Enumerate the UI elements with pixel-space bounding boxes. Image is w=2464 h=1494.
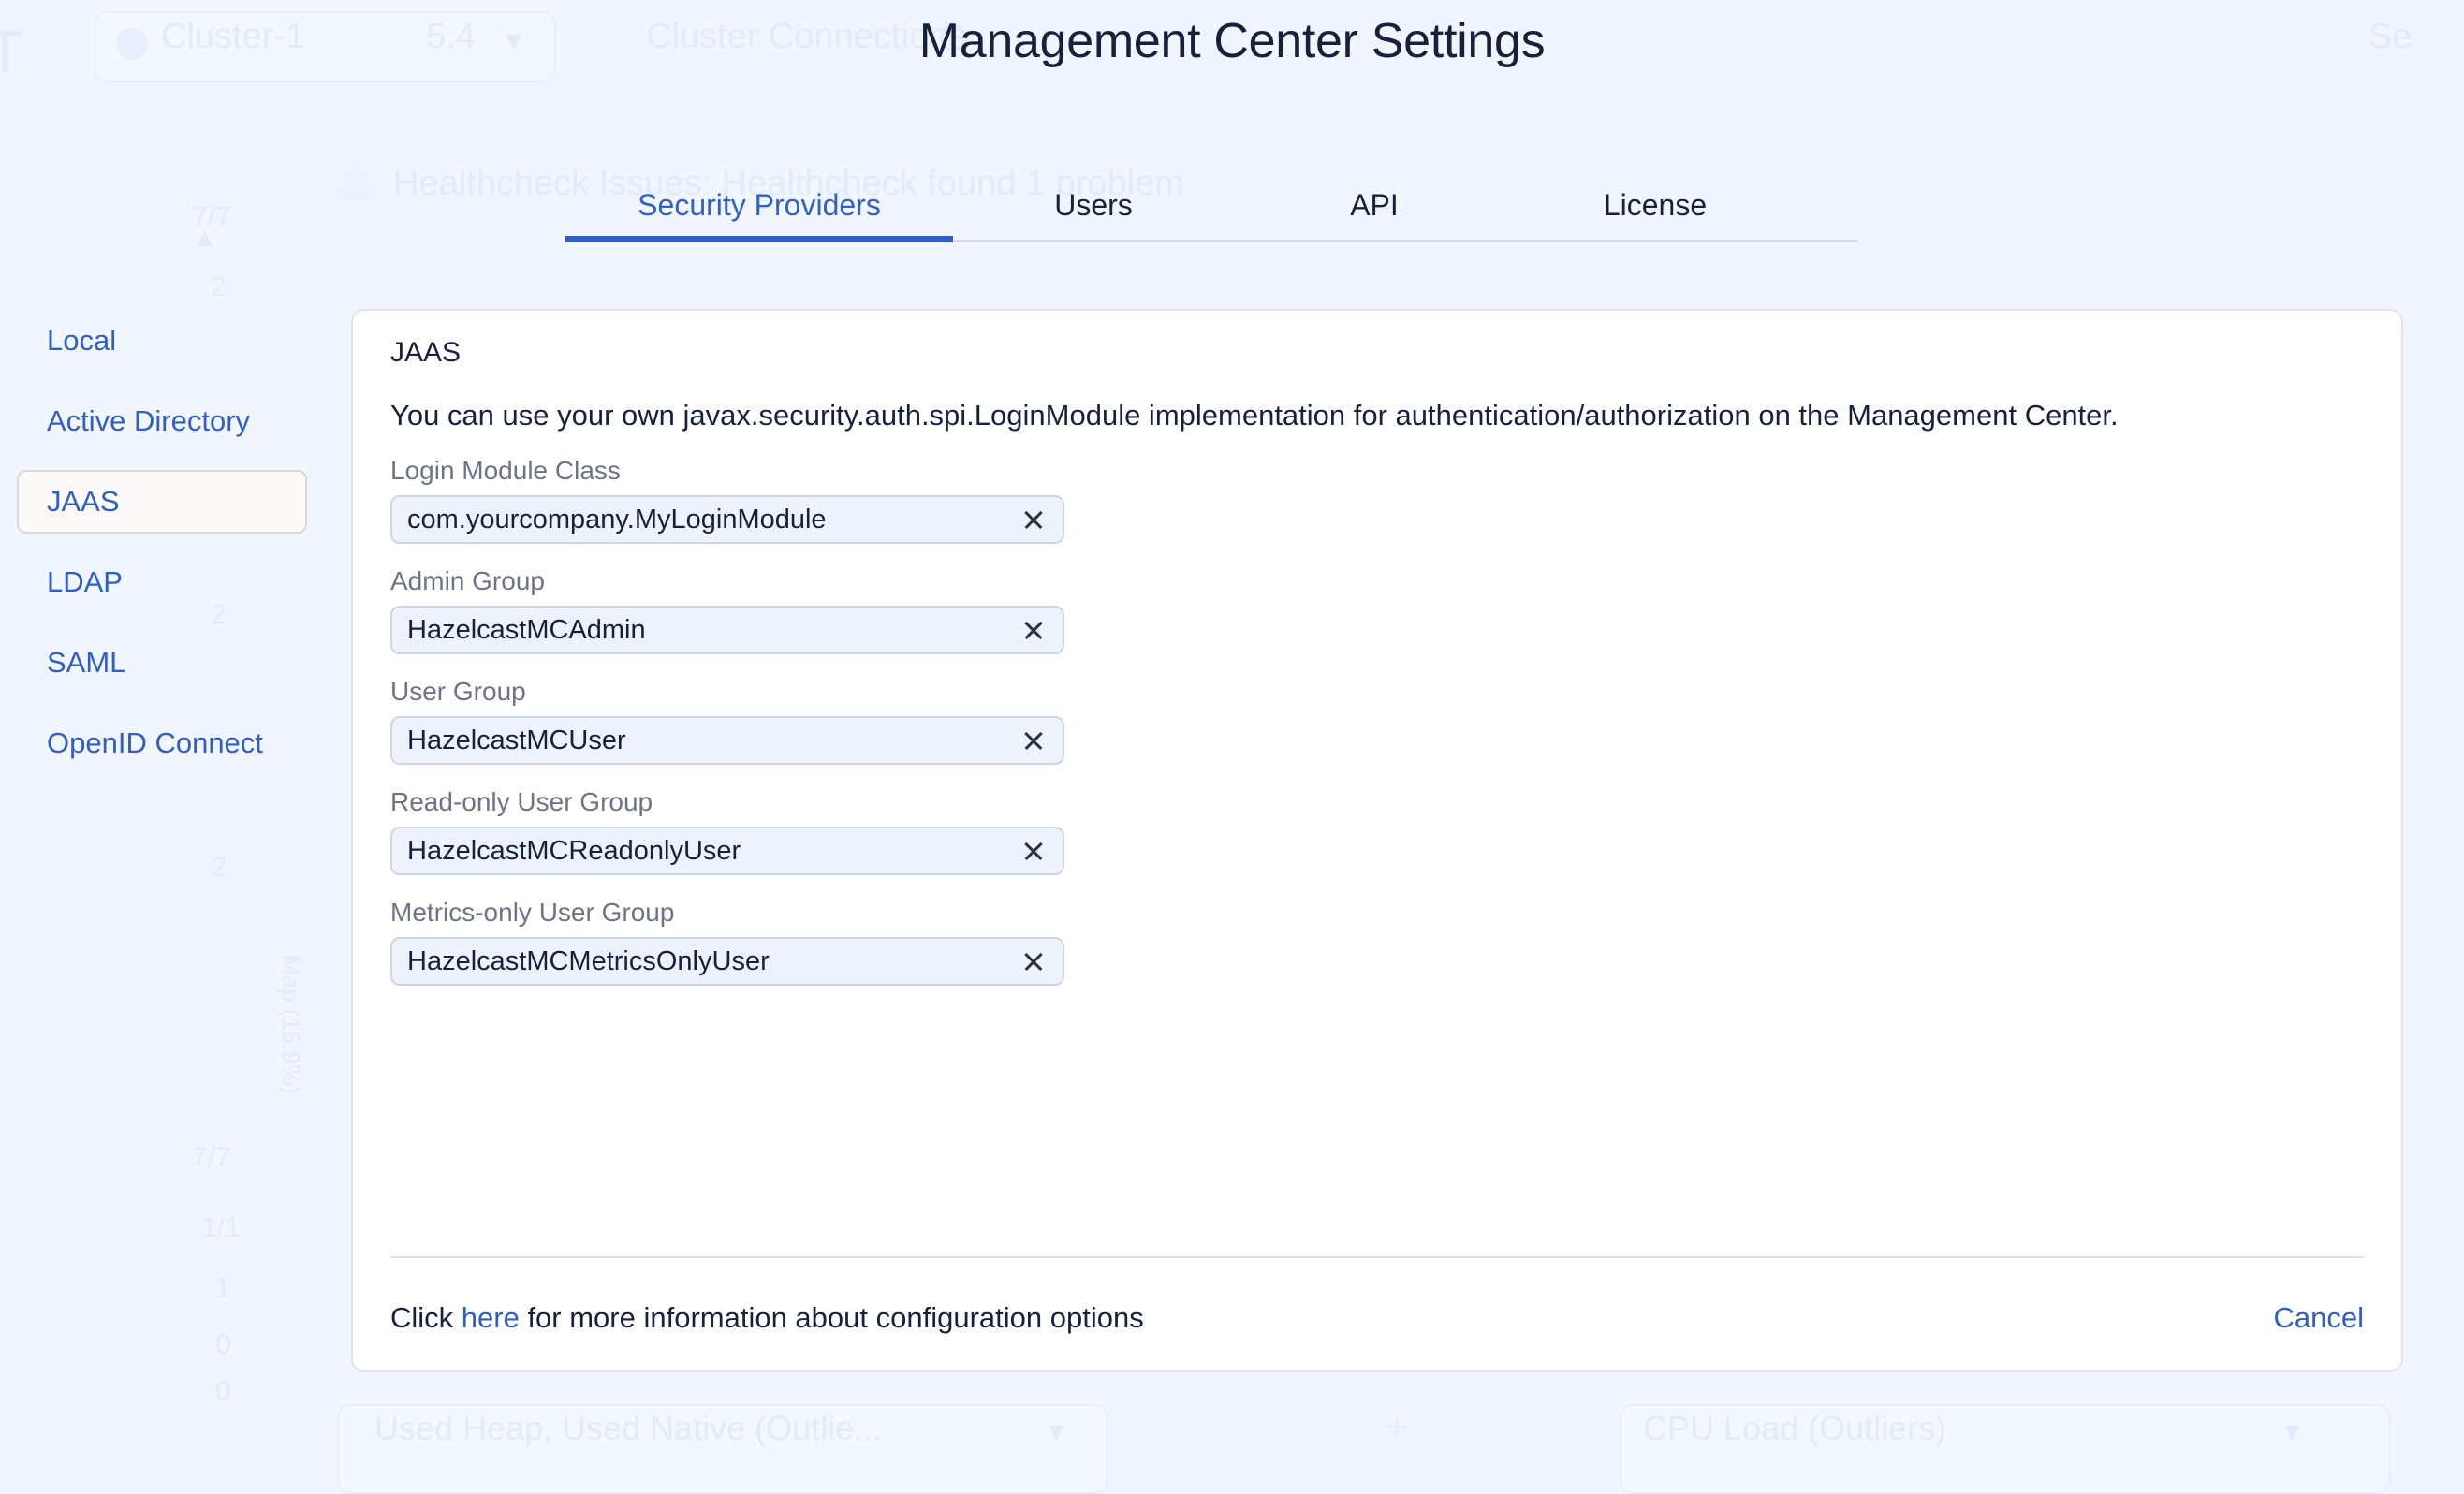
footer-note: Click here for more information about co… — [390, 1301, 1144, 1335]
documentation-link[interactable]: here — [462, 1301, 520, 1334]
close-icon[interactable] — [1019, 837, 1048, 865]
tab-api[interactable]: API — [1234, 188, 1515, 240]
field-label: Read-only User Group — [390, 787, 653, 816]
footer-note-before: Click — [390, 1301, 462, 1334]
footer-note-after: for more information about configuration… — [519, 1301, 1144, 1334]
background-stat-1: 2 — [211, 271, 227, 302]
background-metric-cpu: CPU Load (Outliers) — [1643, 1409, 1947, 1447]
background-heap-panel — [337, 1404, 1108, 1494]
security-providers-sidebar: Local Active Directory JAAS LDAP SAML Op… — [17, 309, 307, 792]
sidebar-item-saml[interactable]: SAML — [17, 631, 307, 695]
jaas-settings-card: JAAS You can use your own javax.security… — [351, 309, 2403, 1372]
field-label: Metrics-only User Group — [390, 898, 675, 927]
admin-group-input[interactable]: HazelcastMCAdmin — [390, 606, 1064, 654]
user-group-input[interactable]: HazelcastMCUser — [390, 716, 1064, 765]
field-value: HazelcastMCUser — [407, 725, 626, 755]
close-icon[interactable] — [1019, 616, 1048, 644]
field-value: HazelcastMCMetricsOnlyUser — [407, 945, 770, 976]
field-admin-group: Admin Group HazelcastMCAdmin — [390, 566, 1064, 654]
background-add-panel-icon: + — [1386, 1407, 1408, 1448]
tab-users[interactable]: Users — [953, 188, 1234, 240]
close-icon[interactable] — [1019, 947, 1048, 975]
readonly-user-group-input[interactable]: HazelcastMCReadonlyUser — [390, 827, 1064, 875]
card-title: JAAS — [390, 337, 462, 368]
background-stat-6: 1 — [215, 1273, 231, 1304]
background-stat-0: 7/7 — [192, 201, 231, 232]
background-collapse-icon: ▾ — [197, 223, 213, 258]
background-stat-5: 1/1 — [201, 1212, 241, 1243]
field-value: HazelcastMCReadonlyUser — [407, 835, 741, 866]
page-title: Management Center Settings — [918, 14, 1546, 68]
background-stat-4: 7/7 — [192, 1142, 231, 1173]
settings-tabs: Security Providers Users API License — [565, 170, 1857, 242]
background-warning-triangle-icon — [331, 157, 380, 200]
background-cpu-chevron-icon: ▾ — [2284, 1413, 2301, 1449]
background-cpu-panel — [1620, 1404, 2391, 1494]
metrics-only-user-group-input[interactable]: HazelcastMCMetricsOnlyUser — [390, 937, 1064, 986]
background-stat-7: 0 — [215, 1329, 231, 1360]
field-label: Login Module Class — [390, 456, 621, 485]
close-icon[interactable] — [1019, 505, 1048, 534]
sidebar-item-ldap[interactable]: LDAP — [17, 550, 307, 614]
field-user-group: User Group HazelcastMCUser — [390, 677, 1064, 765]
tab-license[interactable]: License — [1515, 188, 1796, 240]
close-icon[interactable] — [1019, 726, 1048, 754]
field-readonly-user-group: Read-only User Group HazelcastMCReadonly… — [390, 787, 1064, 875]
background-heap-chevron-icon: ▾ — [1049, 1413, 1065, 1449]
sidebar-item-local[interactable]: Local — [17, 309, 307, 373]
field-value: com.yourcompany.MyLoginModule — [407, 504, 827, 535]
card-description: You can use your own javax.security.auth… — [390, 399, 2119, 432]
background-metric-heap: Used Heap, Used Native (Outlie... — [374, 1409, 883, 1447]
sidebar-item-active-directory[interactable]: Active Directory — [17, 389, 307, 453]
background-stat-3: 2 — [211, 852, 227, 883]
login-module-class-input[interactable]: com.yourcompany.MyLoginModule — [390, 495, 1064, 544]
background-stat-8: 0 — [215, 1376, 231, 1407]
cancel-button[interactable]: Cancel — [2274, 1301, 2365, 1335]
tab-security-providers[interactable]: Security Providers — [565, 188, 953, 242]
sidebar-item-openid-connect[interactable]: OpenID Connect — [17, 711, 307, 775]
footer-divider — [390, 1256, 2364, 1258]
field-label: Admin Group — [390, 566, 545, 595]
field-label: User Group — [390, 677, 526, 706]
field-metrics-only-user-group: Metrics-only User Group HazelcastMCMetri… — [390, 898, 1064, 986]
sidebar-item-jaas[interactable]: JAAS — [17, 470, 307, 534]
background-map-label: Map (16.9%) — [277, 955, 305, 1094]
field-value: HazelcastMCAdmin — [407, 614, 646, 645]
jaas-form: Login Module Class com.yourcompany.MyLog… — [390, 456, 1064, 1008]
field-login-module-class: Login Module Class com.yourcompany.MyLog… — [390, 456, 1064, 544]
